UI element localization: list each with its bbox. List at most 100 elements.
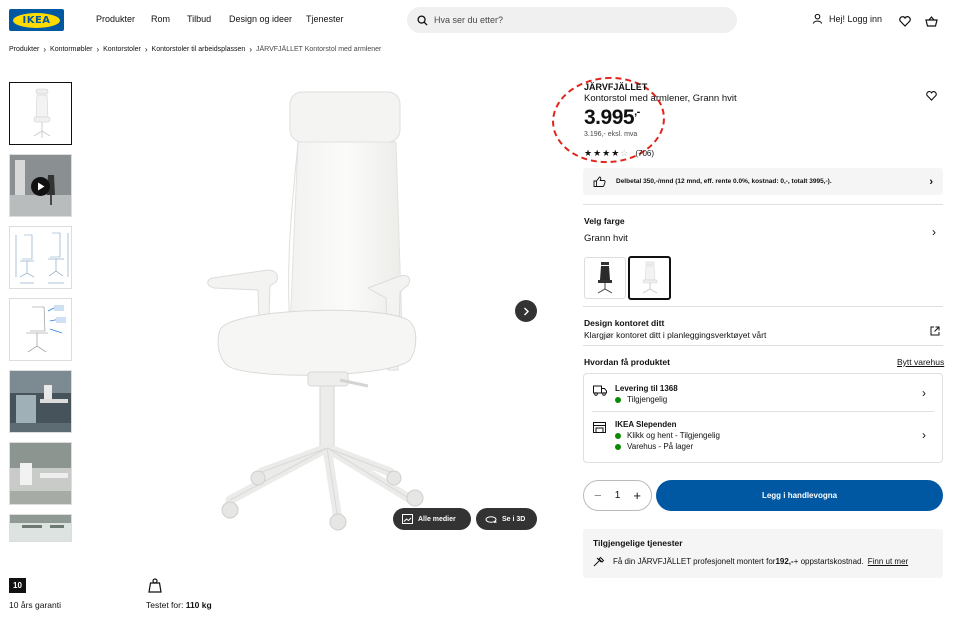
services-row: Få din JÄRVFJÄLLET profesjonelt montert … [593,556,933,567]
nav-rom[interactable]: Rom [151,14,170,24]
review-count: (706) [635,149,655,158]
store-click-collect: Klikk og hent - Tilgjengelig [615,431,720,440]
design-title: Design kontoret ditt [584,318,665,328]
features-drawing-image [10,299,71,360]
next-image-button[interactable] [515,300,537,322]
store-stock-text: Varehus - På lager [627,442,694,451]
breadcrumb-kontormobler[interactable]: Kontormøbler [50,46,92,53]
cart-button[interactable] [925,14,938,32]
price-value: 3.995 [584,106,635,129]
thumbnail-office-2[interactable] [9,442,72,505]
color-chevron-right-icon[interactable]: › [932,225,936,239]
chair-image [10,83,71,144]
delivery-title: Levering til 1368 [615,384,678,393]
thumbnail-1[interactable] [9,82,72,145]
availability-box: Levering til 1368 Tilgjengelig › IKEA Sl… [583,373,943,463]
color-title: Velg farge [584,216,625,226]
nav-tilbud[interactable]: Tilbud [187,14,211,24]
plus-icon[interactable]: + [633,488,641,503]
user-icon [812,13,823,24]
favourites-button[interactable] [899,14,911,32]
thumbnail-features[interactable] [9,298,72,361]
breadcrumb-current: JÄRVFJÄLLET Kontorstol med armlener [255,46,382,53]
thumbnail-video[interactable] [9,154,72,217]
color-selected: Grann hvit [584,233,628,244]
external-link-icon[interactable] [930,323,940,341]
warranty-badge: 10 [9,578,26,593]
heart-icon [899,16,911,27]
play-icon [31,177,50,196]
services-title: Tilgjengelige tjenester [593,538,683,548]
store-chevron-right-icon[interactable]: › [922,428,926,442]
price-suffix: ,- [634,106,640,118]
product-name: JÄRVFJÄLLET [584,82,648,92]
login-link[interactable]: Hej! Logg inn [812,13,882,24]
office-photo-image [10,443,71,504]
chevron-right-icon: › [96,45,100,54]
media-icon [402,514,413,524]
logo-text: IKEA [22,14,51,26]
find-out-more-link[interactable]: Finn ut mer [868,557,908,566]
delivery-chevron-right-icon[interactable]: › [922,386,926,400]
color-swatch-black[interactable] [584,257,626,299]
color-swatch-white[interactable] [628,256,671,300]
nav-produkter[interactable]: Produkter [96,14,135,24]
divider [583,306,943,307]
product-price: 3.995,- [584,106,640,130]
nav-design-og-ideer[interactable]: Design og ideer [229,14,292,24]
store-icon [593,420,606,438]
services-price: 192,- [775,557,794,566]
breadcrumb-produkter[interactable]: Produkter [9,46,39,53]
product-main-image[interactable] [190,80,550,540]
all-media-label: Alle medier [418,515,456,523]
ikea-logo[interactable]: IKEA [9,9,64,31]
warranty-text: 10 års garanti [9,600,61,610]
office-photo-image [10,371,71,432]
login-label: Hej! Logg inn [829,13,883,24]
thumbnail-office-1[interactable] [9,370,72,433]
divider [583,345,943,346]
change-store-link[interactable]: Bytt varehus [897,357,944,367]
star-empty-icon: ☆ [620,148,630,158]
chevron-right-icon: › [249,45,252,54]
store-title: IKEA Slependen [615,420,677,429]
chevron-right-icon: › [144,45,148,54]
thumbnail-dimensions[interactable] [9,226,72,289]
view-3d-label: Se i 3D [502,515,526,523]
view-3d-button[interactable]: Se i 3D [476,508,537,530]
office-photo-image [10,515,71,541]
search-bar[interactable] [407,7,737,33]
thumbs-up-icon [593,176,606,187]
white-chair-image [642,261,657,294]
save-to-list-button[interactable] [926,88,937,106]
finance-banner[interactable]: Delbetal 350,-/mnd (12 mnd, eff. rente 0… [583,168,943,195]
black-chair-image [597,262,613,294]
thumbnail-office-3[interactable] [9,514,72,542]
quantity-value: 1 [614,490,621,501]
3d-rotate-icon [485,515,497,523]
nav-tjenester[interactable]: Tjenester [306,14,344,24]
add-to-cart-button[interactable]: Legg i handlevogna [656,480,943,511]
breadcrumb-kontorstoler[interactable]: Kontorstoler [103,46,141,53]
availability-title: Hvordan få produktet [584,357,670,367]
search-input[interactable] [434,15,714,25]
shopping-basket-icon [925,16,938,27]
tested-value: 110 kg [185,600,212,610]
tested-for: Testet for: 110 kg [146,600,212,610]
store-stock: Varehus - På lager [615,442,693,451]
office-chair-image [207,91,424,531]
quantity-stepper[interactable]: − 1 + [583,480,652,511]
rating[interactable]: ★★★★ ☆ (706) [584,148,654,159]
store-click-collect-text: Klikk og hent - Tilgjengelig [627,431,720,440]
delivery-status-text: Tilgjengelig [627,395,668,404]
minus-icon[interactable]: − [594,488,602,503]
available-dot [615,396,621,403]
tested-prefix: Testet for: [146,600,186,610]
services-text-prefix: Få din JÄRVFJÄLLET profesjonelt montert … [613,557,776,566]
price-ex-vat: 3.196,- eksl. mva [584,131,638,138]
all-media-button[interactable]: Alle medier [393,508,471,530]
available-dot [615,443,621,450]
breadcrumb-arbeidsplassen[interactable]: Kontorstoler til arbeidsplassen [152,46,246,53]
search-icon [417,14,428,26]
chevron-right-icon: › [929,175,933,188]
